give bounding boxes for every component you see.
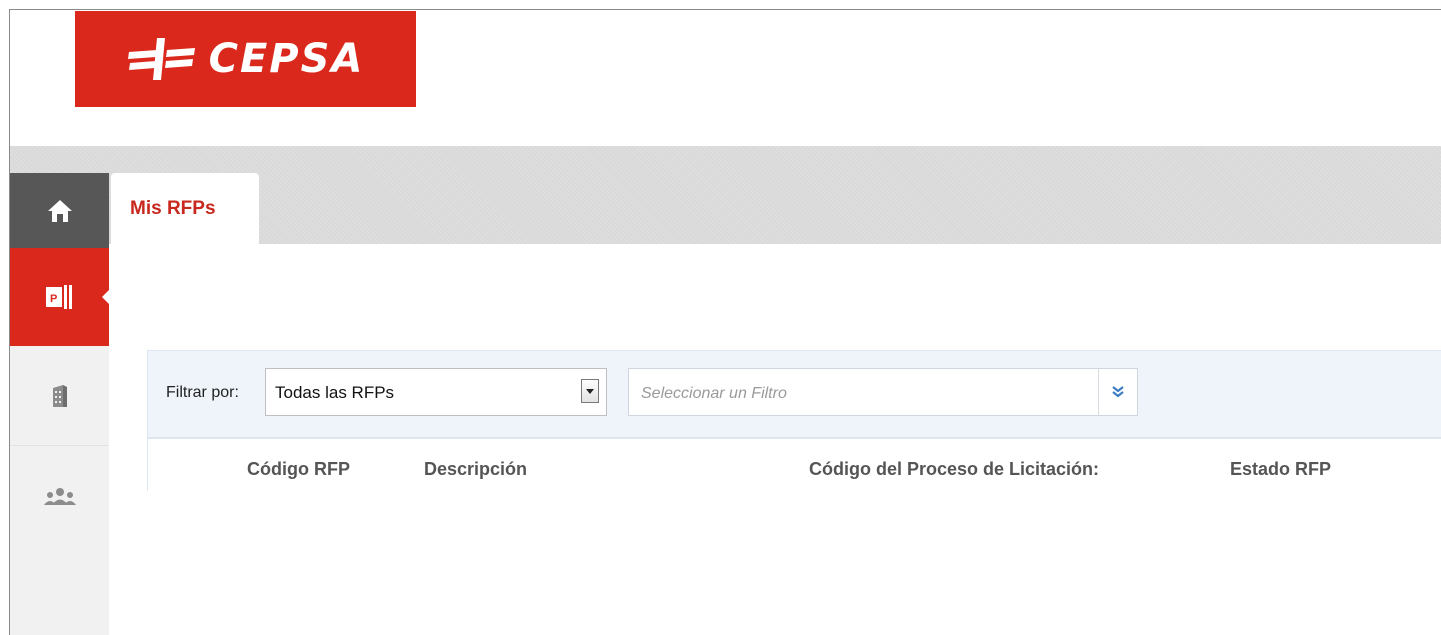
svg-text:P: P xyxy=(50,293,57,305)
rfp-document-icon: P xyxy=(45,285,72,309)
building-icon xyxy=(52,384,67,407)
column-header-codigo-rfp[interactable]: Código RFP xyxy=(247,459,350,480)
sidebar: P xyxy=(10,173,110,635)
double-chevron-down-icon xyxy=(1112,386,1124,398)
filter-bar: Filtrar por: Todas las RFPs Seleccionar … xyxy=(148,351,1441,439)
sidebar-item-company[interactable] xyxy=(10,346,109,446)
filter-type-value: Todas las RFPs xyxy=(275,383,395,402)
filter-expand-button[interactable] xyxy=(1099,369,1137,415)
filter-label: Filtrar por: xyxy=(166,384,239,401)
sidebar-item-users[interactable] xyxy=(10,447,109,547)
dropdown-arrow-icon[interactable] xyxy=(581,379,599,403)
column-header-descripcion[interactable]: Descripción xyxy=(424,459,527,480)
cepsa-logo: CEPSA xyxy=(75,11,416,107)
home-icon xyxy=(47,199,72,222)
app-window: CEPSA P Mis RFPs Filtrar por: Todas las … xyxy=(9,9,1441,635)
cepsa-emblem-icon xyxy=(127,38,195,80)
column-header-estado-rfp[interactable]: Estado RFP xyxy=(1230,459,1331,480)
users-group-icon xyxy=(43,488,76,505)
tab-mis-rfps[interactable]: Mis RFPs xyxy=(111,173,259,245)
table-header: Código RFP Descripción Código del Proces… xyxy=(148,439,1441,491)
filter-placeholder: Seleccionar un Filtro xyxy=(641,385,787,402)
filter-type-select[interactable]: Todas las RFPs xyxy=(265,368,607,416)
tab-label: Mis RFPs xyxy=(130,198,216,219)
rfp-panel: Filtrar por: Todas las RFPs Seleccionar … xyxy=(147,350,1441,491)
column-header-codigo-proceso[interactable]: Código del Proceso de Licitación: xyxy=(809,459,1099,480)
logo-text: CEPSA xyxy=(208,36,365,82)
sidebar-item-rfps[interactable]: P xyxy=(10,248,110,346)
filter-select-input[interactable]: Seleccionar un Filtro xyxy=(628,368,1138,416)
sidebar-item-home[interactable] xyxy=(10,173,109,248)
